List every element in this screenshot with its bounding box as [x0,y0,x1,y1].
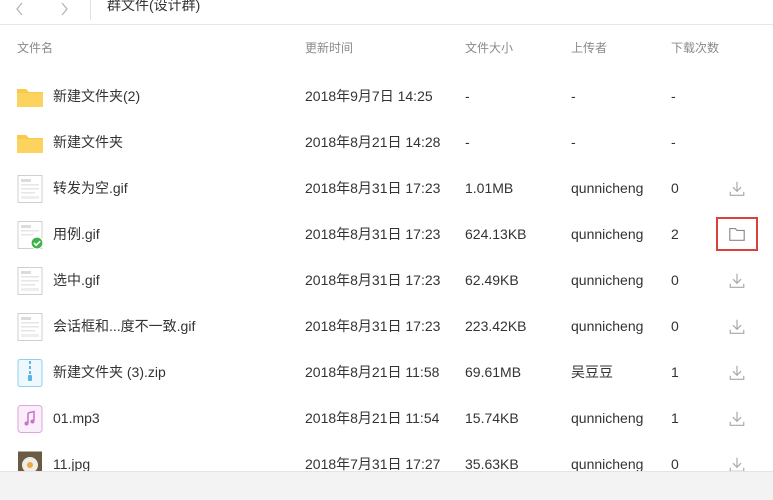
file-size: 624.13KB [465,226,527,242]
file-download-count: - [671,134,676,150]
column-header-name[interactable]: 文件名 [17,39,53,56]
back-button[interactable] [10,0,30,20]
forward-button[interactable] [54,0,74,20]
file-download-count: 2 [671,226,679,242]
file-uploader: qunnicheng [571,318,644,334]
file-row[interactable]: 01.mp3 2018年8月21日 11:54 15.74KB qunnicheng 1 [0,396,773,442]
file-download-count: 0 [671,180,679,196]
file-uploader: - [571,134,576,150]
file-row[interactable]: 新建文件夹 (3).zip 2018年8月21日 11:58 69.61MB 吴豆豆 1 [0,350,773,396]
file-row[interactable]: 转发为空.gif 2018年8月31日 17:23 1.01MB qunnicheng… [0,166,773,212]
file-name: 选中.gif [53,272,100,288]
column-header-time[interactable]: 更新时间 [305,39,353,56]
zip-file-icon [16,359,44,387]
download-button[interactable] [725,269,749,293]
file-updated-time: 2018年8月31日 17:23 [305,272,441,288]
image-thumbnail-icon [16,267,44,295]
file-name: 新建文件夹(2) [53,88,141,104]
file-download-count: 0 [671,318,679,334]
file-uploader: - [571,88,576,104]
download-button[interactable] [725,361,749,385]
file-download-count: 0 [671,272,679,288]
file-updated-time: 2018年8月31日 17:23 [305,318,441,334]
file-download-count: - [671,88,676,104]
file-size: 62.49KB [465,272,519,288]
chevron-left-icon [16,2,23,16]
download-button[interactable] [725,177,749,201]
open-folder-icon [728,225,746,243]
file-size: - [465,88,470,104]
file-row[interactable]: 用例.gif 2018年8月31日 17:23 624.13KB qunnicheng… [0,212,773,258]
file-name: 用例.gif [53,226,100,242]
file-size: 223.42KB [465,318,527,334]
chevron-right-icon [61,2,68,16]
file-name: 转发为空.gif [53,180,128,196]
bottom-bar [0,471,773,500]
toolbar-divider [90,0,91,20]
table-header: 文件名 更新时间 文件大小 上传者 下载次数 [0,36,773,56]
file-name: 会话框和...度不一致.gif [53,318,196,334]
file-row[interactable]: 新建文件夹 2018年8月21日 14:28 - - - [0,120,773,166]
download-icon [728,318,746,336]
file-updated-time: 2018年8月31日 17:23 [305,226,441,242]
file-size: 15.74KB [465,410,519,426]
file-row[interactable]: 选中.gif 2018年8月31日 17:23 62.49KB qunnicheng 0 [0,258,773,304]
file-updated-time: 2018年9月7日 14:25 [305,88,433,104]
file-size: - [465,134,470,150]
file-uploader: qunnicheng [571,226,644,242]
folder-icon [16,83,44,111]
file-download-count: 1 [671,364,679,380]
column-header-uploader[interactable]: 上传者 [571,39,607,56]
file-uploader: qunnicheng [571,410,644,426]
file-name: 新建文件夹 (3).zip [53,364,166,380]
file-updated-time: 2018年8月31日 17:23 [305,180,441,196]
folder-icon [16,129,44,157]
column-header-downloads[interactable]: 下载次数 [671,39,719,56]
file-updated-time: 2018年8月21日 11:58 [305,364,440,380]
file-uploader: 吴豆豆 [571,364,613,380]
page-title: 群文件(设计群) [107,0,201,13]
file-name: 新建文件夹 [53,134,123,150]
audio-file-icon [16,405,44,433]
file-size: 1.01MB [465,180,514,196]
download-button[interactable] [725,315,749,339]
image-thumbnail-icon [16,313,44,341]
column-header-size[interactable]: 文件大小 [465,39,513,56]
window-toolbar: 群文件(设计群) [0,0,773,25]
download-icon [728,180,746,198]
file-row[interactable]: 会话框和...度不一致.gif 2018年8月31日 17:23 223.42KB q… [0,304,773,350]
file-updated-time: 2018年8月21日 11:54 [305,410,440,426]
file-size: 69.61MB [465,364,522,380]
file-uploader: qunnicheng [571,272,644,288]
file-name: 01.mp3 [53,410,100,426]
file-uploader: qunnicheng [571,180,644,196]
file-updated-time: 2018年8月21日 14:28 [305,134,441,150]
file-row[interactable]: 新建文件夹(2) 2018年9月7日 14:25 - - - [0,74,773,120]
file-download-count: 1 [671,410,679,426]
image-thumbnail-downloaded-icon [16,221,44,250]
download-icon [728,272,746,290]
open-folder-button[interactable] [716,217,758,251]
download-button[interactable] [725,407,749,431]
download-icon [728,364,746,382]
image-thumbnail-icon [16,175,44,203]
download-icon [728,410,746,428]
